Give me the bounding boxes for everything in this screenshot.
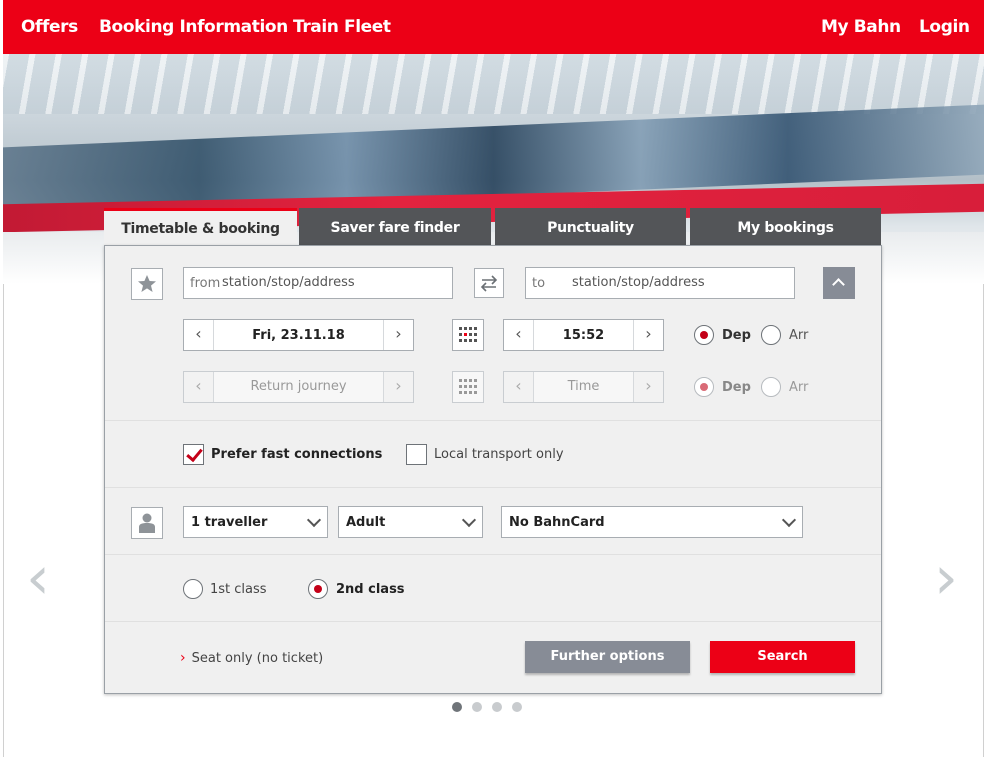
bahncard-value: No BahnCard [509, 515, 605, 530]
arrival-radio[interactable] [761, 325, 781, 345]
prefer-fast-label: Prefer fast connections [211, 447, 383, 462]
collapse-chevron-up-icon[interactable] [823, 267, 855, 299]
prefer-fast-checkbox[interactable] [183, 444, 204, 465]
divider [105, 487, 881, 488]
return-next-chevron-icon[interactable]: › [383, 372, 413, 402]
first-class-radio[interactable] [183, 579, 203, 599]
carousel-prev-icon[interactable]: ‹ [20, 548, 56, 608]
arrival-label: Arr [789, 328, 809, 343]
carousel-dot[interactable] [492, 702, 502, 712]
hero-station-roof [3, 54, 984, 114]
seat-only-link[interactable]: › Seat only (no ticket) [180, 650, 323, 666]
from-placeholder: station/stop/address [222, 275, 355, 290]
top-navigation: Offers Booking Information Train Fleet M… [3, 0, 984, 54]
nav-train-fleet[interactable]: Train Fleet [293, 17, 391, 37]
time-next-chevron-icon[interactable]: › [633, 320, 663, 350]
chevron-down-icon [306, 512, 322, 528]
time-stepper: ‹ 15:52 › [503, 319, 664, 351]
to-station-input[interactable]: to station/stop/address [525, 267, 795, 299]
traveller-type-value: Adult [346, 515, 386, 530]
second-class-label: 2nd class [336, 582, 405, 597]
traveller-person-icon [131, 507, 163, 539]
date-value[interactable]: Fri, 23.11.18 [214, 328, 383, 343]
favorite-star-icon[interactable] [131, 268, 163, 300]
date-stepper: ‹ Fri, 23.11.18 › [183, 319, 414, 351]
date-next-chevron-icon[interactable]: › [383, 320, 413, 350]
divider [105, 420, 881, 421]
date-prev-chevron-icon[interactable]: ‹ [184, 320, 214, 350]
calendar-icon[interactable] [452, 319, 484, 351]
from-station-input[interactable]: from station/stop/address [183, 267, 453, 299]
return-time-stepper: ‹ Time › [503, 371, 664, 403]
divider [105, 621, 881, 622]
return-departure-label: Dep [722, 380, 751, 395]
nav-login[interactable]: Login [919, 17, 970, 37]
return-journey-placeholder[interactable]: Return journey [214, 372, 383, 402]
return-time-placeholder[interactable]: Time [534, 372, 633, 402]
caret-right-icon: › [180, 650, 186, 666]
bahncard-select[interactable]: No BahnCard [501, 506, 803, 538]
from-prefix: from [190, 276, 221, 291]
return-time-next-chevron-icon[interactable]: › [633, 372, 663, 402]
carousel-dot[interactable] [452, 702, 462, 712]
carousel-next-icon[interactable]: › [928, 548, 964, 608]
divider [105, 554, 881, 555]
carousel-dot[interactable] [472, 702, 482, 712]
tab-punctuality[interactable]: Punctuality [495, 208, 686, 245]
return-date-stepper: ‹ Return journey › [183, 371, 414, 403]
nav-my-bahn[interactable]: My Bahn [821, 17, 901, 37]
swap-stations-icon[interactable] [474, 268, 504, 298]
chevron-down-icon [781, 512, 797, 528]
nav-booking-information[interactable]: Booking Information [99, 17, 288, 37]
return-time-prev-chevron-icon[interactable]: ‹ [504, 372, 534, 402]
time-value[interactable]: 15:52 [534, 328, 633, 343]
return-arrival-label: Arr [789, 380, 809, 395]
return-prev-chevron-icon[interactable]: ‹ [184, 372, 214, 402]
local-transport-label: Local transport only [434, 447, 564, 462]
seat-only-label: Seat only (no ticket) [191, 651, 324, 666]
to-prefix: to [532, 276, 546, 291]
first-class-label: 1st class [210, 582, 267, 597]
return-arrival-radio[interactable] [761, 377, 781, 397]
return-calendar-icon[interactable] [452, 371, 484, 403]
second-class-radio[interactable] [308, 579, 328, 599]
to-placeholder: station/stop/address [572, 275, 705, 290]
nav-offers[interactable]: Offers [21, 17, 78, 37]
search-panel [104, 245, 882, 694]
traveller-type-select[interactable]: Adult [338, 506, 483, 538]
further-options-button[interactable]: Further options [525, 641, 690, 673]
traveller-count-value: 1 traveller [191, 515, 268, 530]
time-prev-chevron-icon[interactable]: ‹ [504, 320, 534, 350]
traveller-count-select[interactable]: 1 traveller [183, 506, 328, 538]
tab-timetable-booking[interactable]: Timetable & booking [104, 208, 297, 246]
return-departure-radio[interactable] [694, 377, 714, 397]
chevron-down-icon [461, 512, 477, 528]
departure-radio[interactable] [694, 325, 714, 345]
tab-saver-fare-finder[interactable]: Saver fare finder [299, 208, 491, 245]
carousel-dot[interactable] [512, 702, 522, 712]
search-button[interactable]: Search [710, 641, 855, 673]
departure-label: Dep [722, 328, 751, 343]
local-transport-checkbox[interactable] [406, 444, 427, 465]
tab-my-bookings[interactable]: My bookings [690, 208, 881, 245]
